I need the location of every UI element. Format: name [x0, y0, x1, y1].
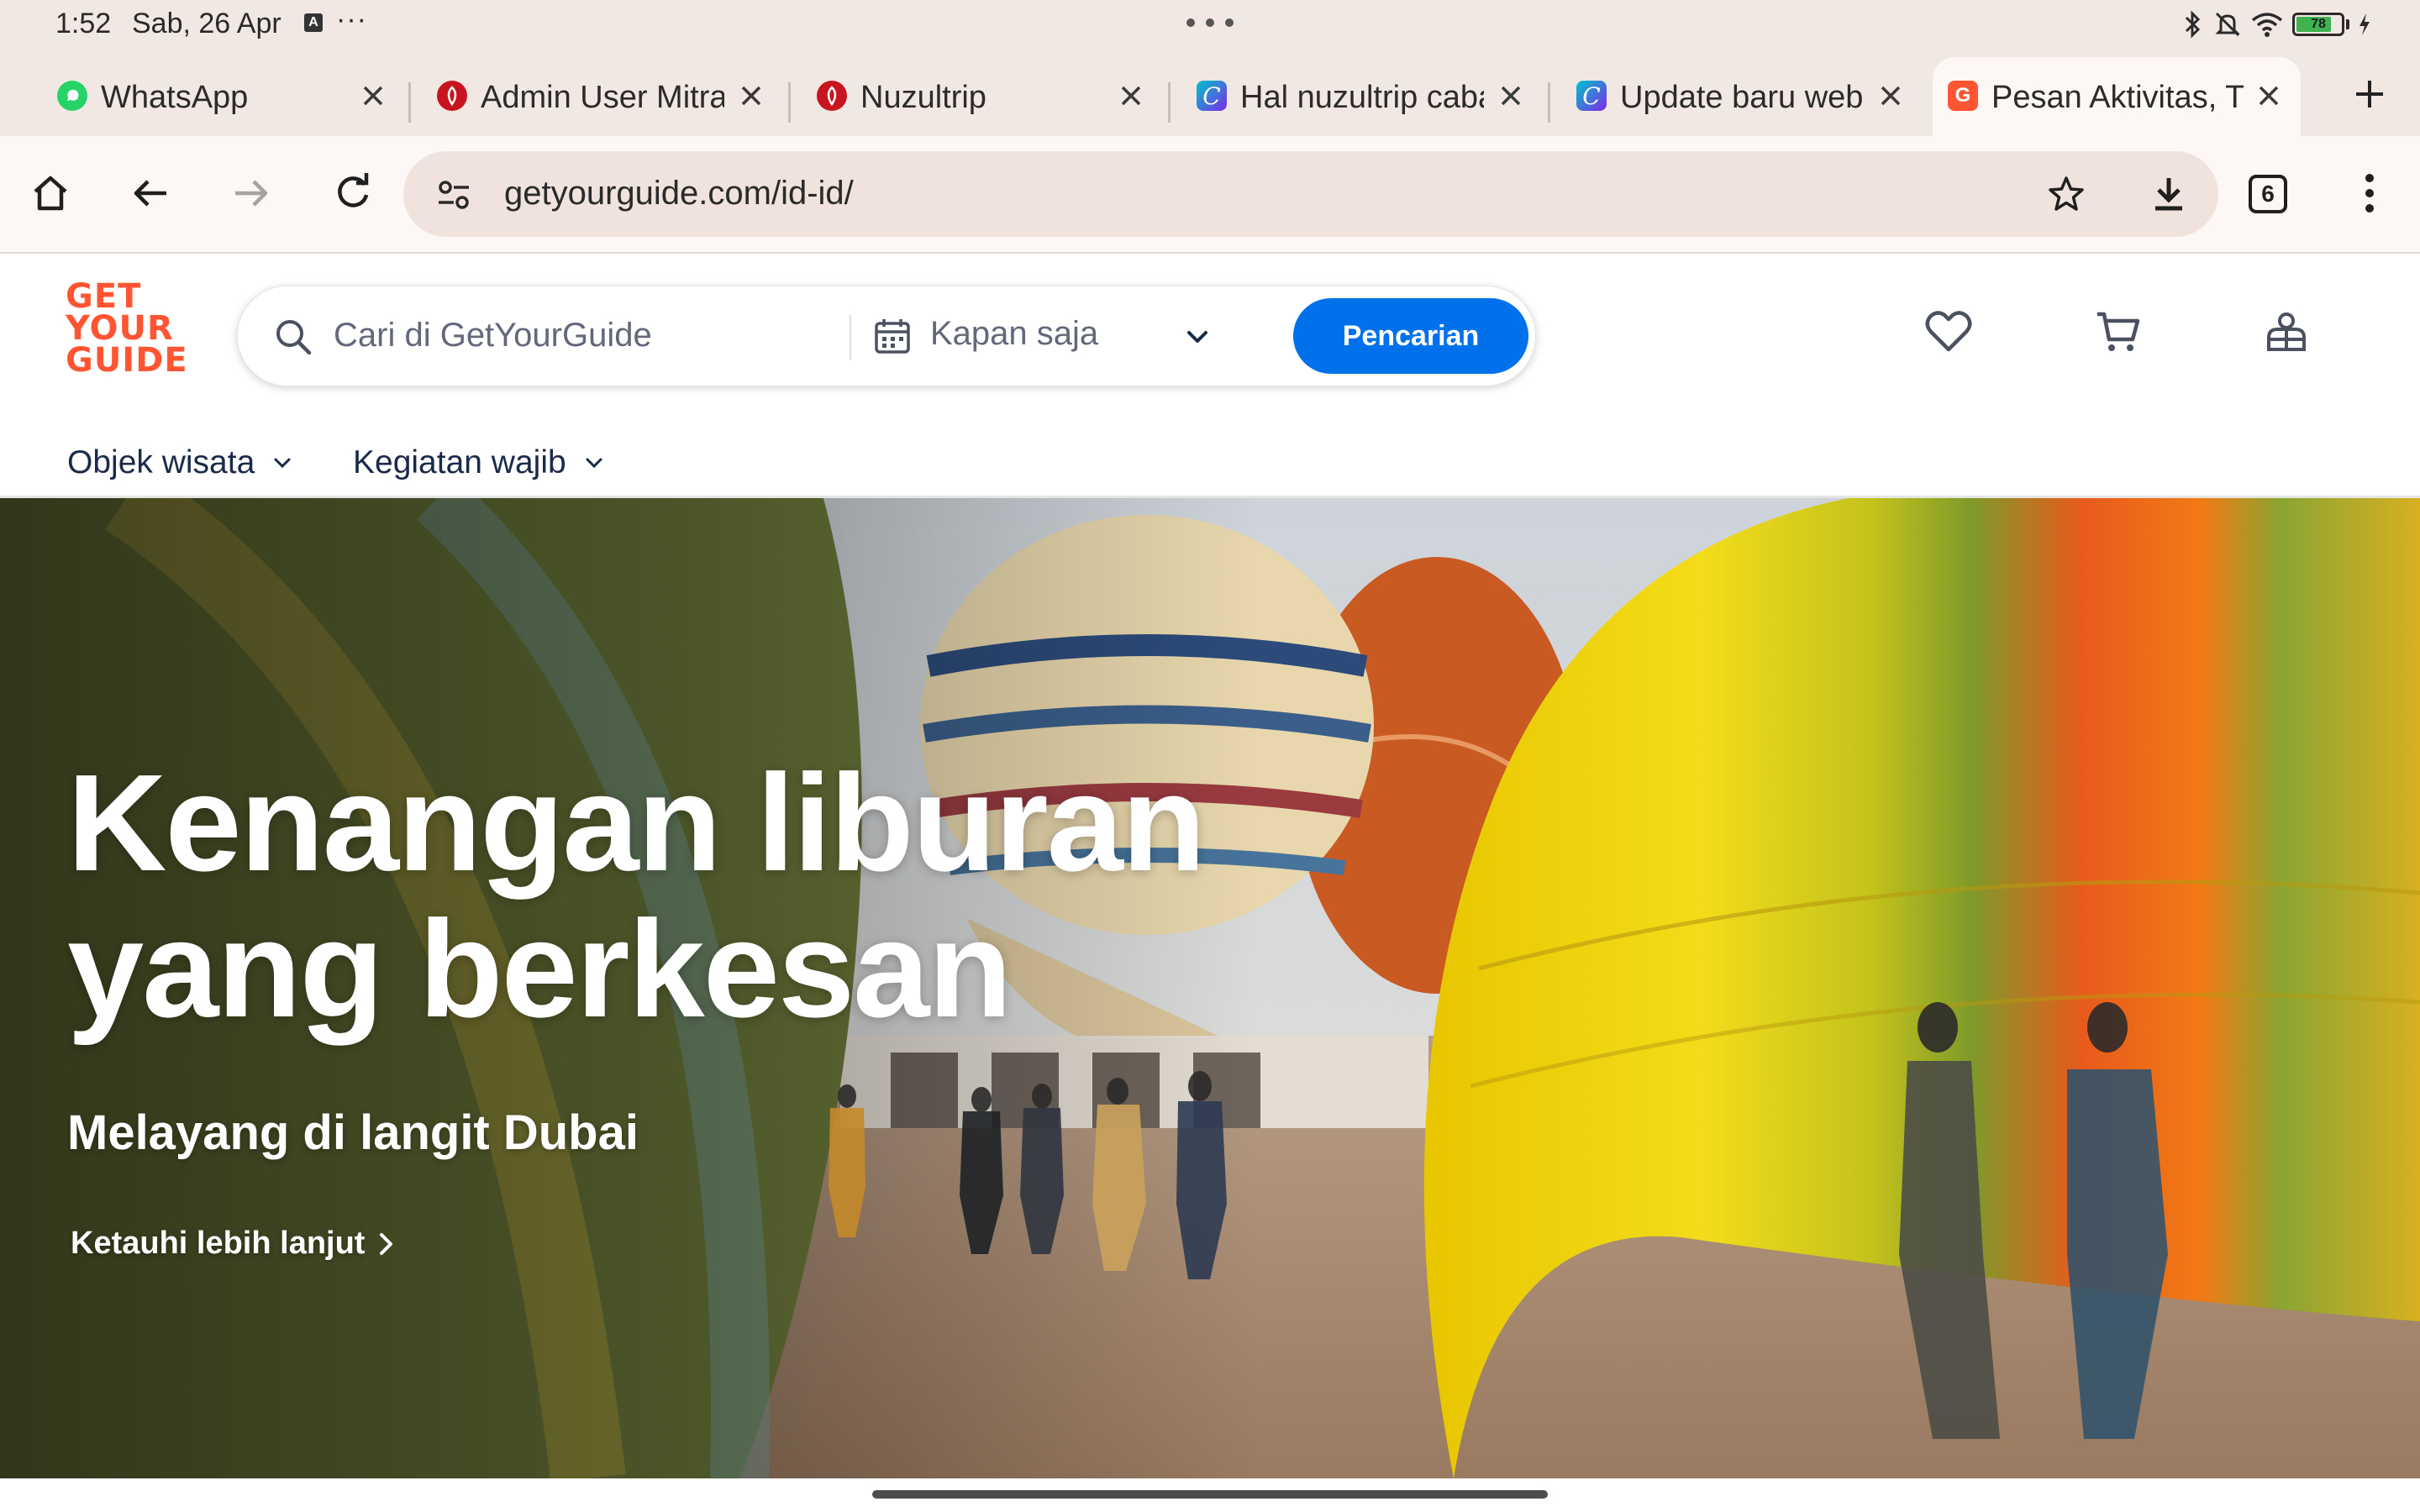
logo-line: GET [66, 277, 142, 316]
search-bar: Kapan saja Pencarian [237, 286, 1536, 386]
browser-divider [0, 252, 2420, 254]
hero-title-line: Kenangan liburan [67, 746, 1206, 900]
menu-dots-icon[interactable] [2353, 170, 2386, 217]
site-settings-icon[interactable] [434, 175, 474, 215]
battery-percent: 78 [2311, 17, 2326, 31]
chevron-right-icon [380, 1232, 393, 1255]
tab-label: WhatsApp [101, 80, 249, 115]
status-bar: 1:52 Sab, 26 Apr A ··· 78 [0, 0, 2420, 49]
chevron-down-icon[interactable] [1182, 322, 1213, 352]
nav-kegiatan-wajib[interactable]: Kegiatan wajib [353, 442, 605, 484]
tab-nuzultrip[interactable]: Nuzultrip [802, 57, 1163, 136]
status-date: Sab, 26 Apr [132, 8, 281, 39]
tab-label: Update baru web d [1620, 80, 1864, 115]
tab-strip: WhatsApp Admin User Mitra Nuzultrip C Ha… [0, 49, 2420, 136]
hero-title: Kenangan liburan yang berkesan [67, 750, 1328, 1042]
learn-more-link[interactable]: Ketauhi lebih lanjut [71, 1226, 397, 1262]
whatsapp-icon [57, 81, 87, 111]
omnibox[interactable]: getyourguide.com/id-id/ [403, 151, 2218, 237]
search-divider [850, 315, 851, 360]
logo-line: GUIDE [66, 341, 188, 380]
wishlist-heart-icon[interactable] [1923, 306, 1975, 358]
user-profile-icon[interactable] [2260, 306, 2312, 358]
nuzultrip-icon [817, 81, 847, 111]
close-icon[interactable] [736, 81, 766, 111]
search-icon [276, 320, 312, 355]
nav-objek-wisata[interactable]: Objek wisata [67, 442, 293, 484]
tab-getyourguide[interactable]: G Pesan Aktivitas, Ti [1933, 57, 2301, 136]
logo-line: YOUR [66, 309, 174, 348]
address-bar: getyourguide.com/id-id/ 6 [0, 136, 2420, 252]
close-icon[interactable] [358, 81, 388, 111]
status-time: 1:52 [55, 8, 112, 39]
status-icons: 78 [2180, 10, 2371, 39]
download-icon[interactable] [2148, 173, 2190, 215]
getyourguide-icon: G [1948, 81, 1978, 111]
hero-title-line: yang berkesan [67, 892, 1013, 1046]
tab-label: Nuzultrip [860, 80, 986, 115]
nav-label: Objek wisata [67, 444, 255, 480]
tab-admin-user-mitra[interactable]: Admin User Mitra [422, 57, 783, 136]
learn-more-label: Ketauhi lebih lanjut [71, 1226, 366, 1261]
reload-icon[interactable] [329, 170, 376, 217]
url-text[interactable]: getyourguide.com/id-id/ [504, 175, 854, 213]
bell-off-icon [2215, 12, 2240, 37]
bookmark-star-icon[interactable] [2045, 173, 2087, 215]
tab-switcher-button[interactable]: 6 [2249, 175, 2287, 213]
notification-app-icon: A [304, 13, 323, 32]
canva-icon: C [1197, 81, 1227, 111]
battery-icon: 78 [2292, 13, 2344, 36]
canva-icon: C [1576, 81, 1607, 111]
tab-whatsapp[interactable]: WhatsApp [42, 57, 403, 136]
chevron-down-icon [274, 458, 291, 469]
close-icon[interactable] [2254, 81, 2284, 111]
tab-update-baru-web[interactable]: C Update baru web d [1561, 57, 1923, 136]
wifi-icon [2251, 13, 2283, 37]
new-tab-icon[interactable] [2351, 76, 2388, 113]
charging-icon [2360, 13, 2370, 35]
search-button[interactable]: Pencarian [1293, 298, 1528, 374]
cart-icon[interactable] [2092, 306, 2144, 358]
tab-label: Admin User Mitra [481, 80, 724, 115]
hero-subtitle: Melayang di langit Dubai [67, 1105, 639, 1160]
tab-label: Hal nuzultrip cabang [1240, 80, 1484, 115]
back-icon[interactable] [128, 170, 175, 217]
status-more-icon: ··· [336, 3, 367, 35]
nuzultrip-icon [437, 81, 467, 111]
close-icon[interactable] [1876, 81, 1906, 111]
forward-icon[interactable] [227, 170, 274, 217]
tab-label: Pesan Aktivitas, Ti [1991, 80, 2244, 115]
hero-banner[interactable]: Kenangan liburan yang berkesan Melayang … [0, 498, 2420, 1478]
multitask-dots-icon[interactable] [1186, 18, 1234, 27]
bluetooth-icon [2185, 10, 2201, 39]
gesture-bar[interactable] [872, 1490, 1548, 1499]
getyourguide-logo[interactable]: GET YOUR GUIDE [66, 277, 192, 380]
calendar-icon [875, 319, 910, 354]
chevron-down-icon [586, 458, 602, 469]
date-picker[interactable]: Kapan saja [930, 315, 1098, 353]
close-icon[interactable] [1496, 81, 1526, 111]
tab-hal-nuzultrip[interactable]: C Hal nuzultrip cabang [1181, 57, 1543, 136]
nav-label: Kegiatan wajib [353, 444, 566, 480]
home-icon[interactable] [27, 170, 74, 217]
close-icon[interactable] [1116, 81, 1146, 111]
